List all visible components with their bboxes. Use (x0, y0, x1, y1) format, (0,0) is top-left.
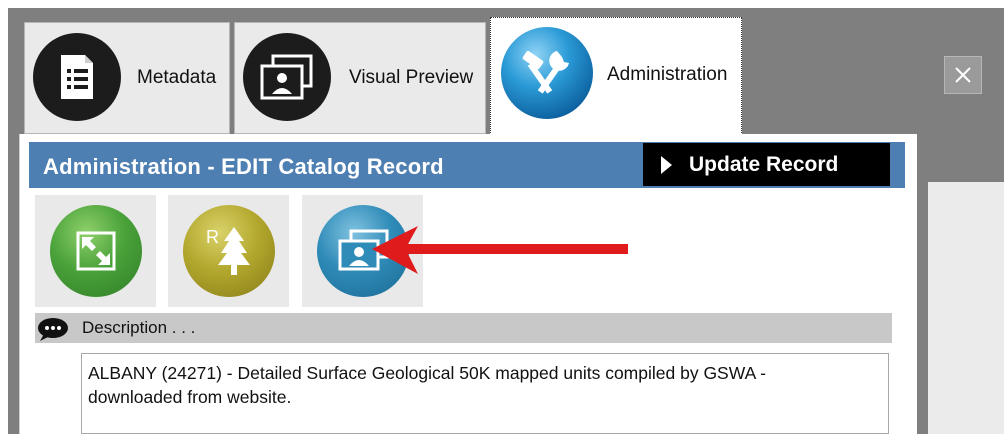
page-title: Administration - EDIT Catalog Record (43, 154, 444, 179)
svg-text:R: R (206, 227, 219, 247)
play-icon (661, 156, 672, 174)
document-list-icon (33, 33, 121, 121)
speech-bubble-icon (38, 318, 68, 341)
update-record-label: Update Record (689, 153, 839, 176)
side-panel (928, 182, 1004, 434)
tab-administration[interactable]: Administration (490, 17, 742, 137)
photo-frames-icon (243, 33, 331, 121)
description-label: Description . . . (82, 318, 196, 337)
tab-label: Administration (607, 64, 728, 85)
annotation-arrow (372, 226, 628, 274)
tab-label: Metadata (137, 67, 217, 88)
resource-button[interactable]: R (168, 195, 289, 307)
update-record-button[interactable]: Update Record (643, 143, 890, 186)
extent-arrows-icon (49, 205, 142, 297)
description-textarea[interactable]: ALBANY (24271) - Detailed Surface Geolog… (81, 353, 889, 434)
resource-tree-icon: R (182, 205, 275, 297)
extent-button[interactable] (35, 195, 156, 307)
tools-icon (501, 27, 593, 119)
close-button[interactable] (944, 56, 982, 94)
tab-metadata[interactable]: Metadata (24, 22, 230, 134)
tab-label: Visual Preview (349, 67, 474, 88)
tab-visual-preview[interactable]: Visual Preview (234, 22, 486, 134)
close-icon (955, 67, 971, 83)
